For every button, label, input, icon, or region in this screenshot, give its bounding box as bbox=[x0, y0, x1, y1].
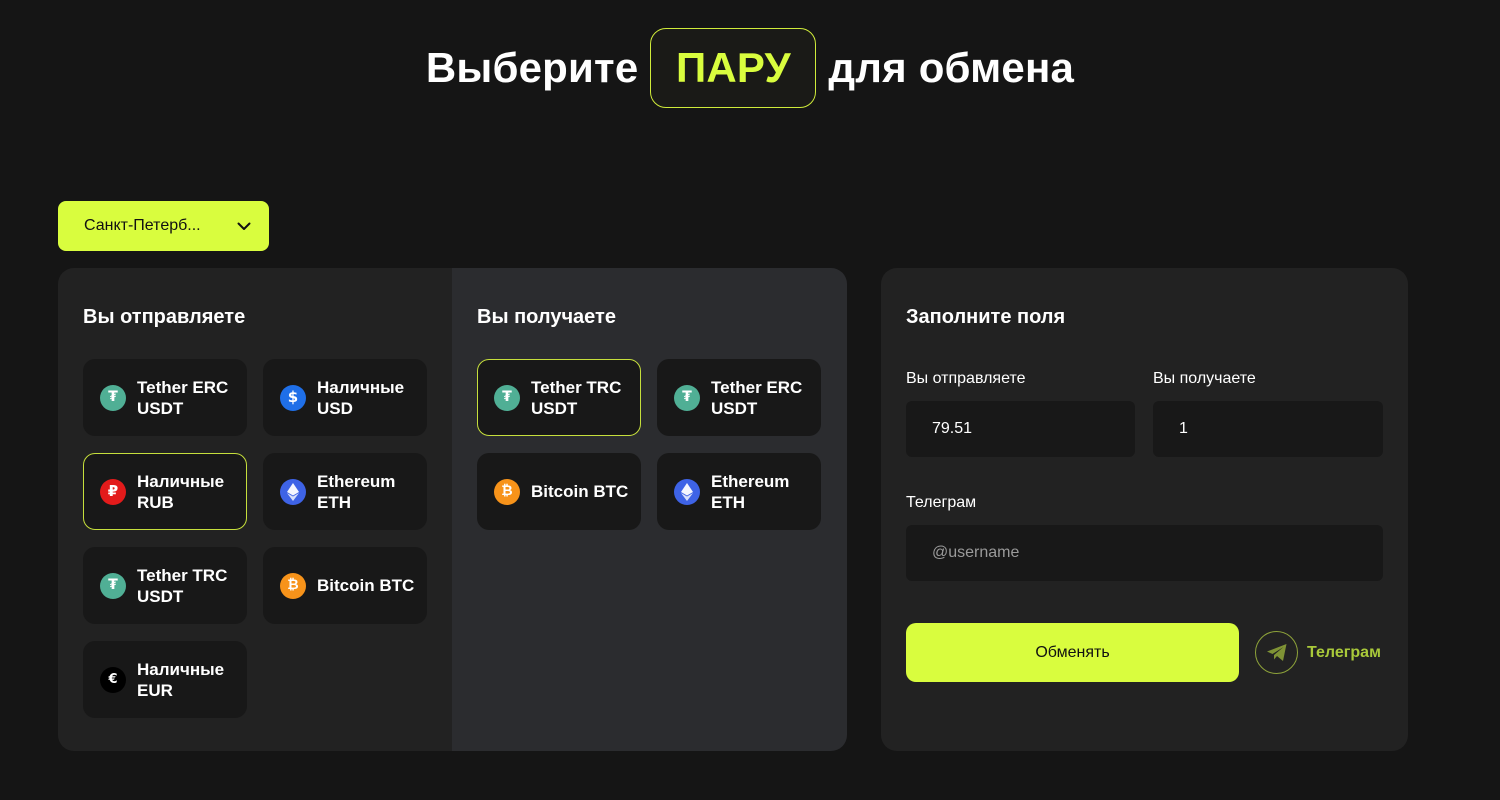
form-title: Заполните поля bbox=[906, 306, 1066, 328]
receive-amount-input[interactable] bbox=[1153, 401, 1383, 457]
option-line2: ETH bbox=[317, 492, 351, 512]
tether-icon: ₮ bbox=[100, 572, 126, 599]
tether-icon: ₮ bbox=[674, 384, 700, 411]
telegram-icon bbox=[1255, 631, 1298, 674]
send-option-tether-trc[interactable]: ₮ Tether TRC USDT bbox=[83, 547, 247, 624]
tether-icon: ₮ bbox=[100, 384, 126, 411]
ethereum-icon bbox=[674, 478, 700, 505]
ruble-icon: ₽ bbox=[100, 478, 126, 505]
send-amount-label: Вы отправляете bbox=[906, 370, 1026, 387]
bitcoin-icon: ₿ bbox=[280, 572, 306, 599]
send-column-title: Вы отправляете bbox=[83, 306, 246, 328]
option-line1: Наличные bbox=[317, 377, 405, 397]
heading-text-before: Выберите bbox=[425, 44, 639, 91]
receive-option-tether-erc[interactable]: ₮ Tether ERC USDT bbox=[657, 359, 821, 436]
tether-icon: ₮ bbox=[494, 384, 520, 411]
option-line2: USDT bbox=[137, 586, 184, 606]
option-line1: Tether ERC bbox=[137, 377, 229, 397]
telegram-link[interactable]: Телеграм bbox=[1255, 631, 1381, 674]
heading-text-after: для обмена bbox=[828, 44, 1075, 91]
dollar-icon: $ bbox=[280, 384, 306, 411]
option-line2: EUR bbox=[137, 680, 173, 700]
option-line2: RUB bbox=[137, 492, 174, 512]
heading-highlight: ПАРУ bbox=[650, 28, 817, 108]
send-option-tether-erc[interactable]: ₮ Tether ERC USDT bbox=[83, 359, 247, 436]
receive-option-tether-trc[interactable]: ₮ Tether TRC USDT bbox=[477, 359, 641, 436]
option-line2: USD bbox=[317, 398, 353, 418]
bitcoin-icon: ₿ bbox=[494, 478, 520, 505]
option-line1: Наличные bbox=[137, 659, 225, 679]
euro-icon: € bbox=[100, 666, 126, 693]
receive-amount-label: Вы получаете bbox=[1153, 370, 1256, 387]
option-line1: Tether TRC bbox=[531, 377, 622, 397]
option-line2: USDT bbox=[711, 398, 758, 418]
option-line1: Bitcoin BTC bbox=[317, 576, 415, 595]
option-line1: Tether TRC bbox=[137, 565, 228, 585]
exchange-submit-button[interactable]: Обменять bbox=[906, 623, 1239, 682]
city-select[interactable]: Санкт-Петерб... bbox=[58, 201, 269, 251]
option-line1: Tether ERC bbox=[711, 377, 803, 397]
receive-option-ethereum[interactable]: Ethereum ETH bbox=[657, 453, 821, 530]
ethereum-icon bbox=[280, 478, 306, 505]
option-line1: Ethereum bbox=[711, 471, 790, 491]
option-line2: USDT bbox=[137, 398, 184, 418]
exchange-pair-panel: Вы отправляете ₮ Tether ERC USDT $ Наличн… bbox=[58, 268, 847, 751]
send-amount-input[interactable] bbox=[906, 401, 1135, 457]
send-option-cash-rub[interactable]: ₽ Наличные RUB bbox=[83, 453, 247, 530]
receive-option-bitcoin[interactable]: ₿ Bitcoin BTC bbox=[477, 453, 641, 530]
chevron-down-icon bbox=[237, 222, 251, 231]
option-line2: USDT bbox=[531, 398, 578, 418]
exchange-form-panel: Заполните поля Вы отправляете Вы получае… bbox=[881, 268, 1408, 751]
option-line1: Наличные bbox=[137, 471, 225, 491]
city-select-value: Санкт-Петерб... bbox=[84, 217, 201, 234]
telegram-link-label: Телеграм bbox=[1307, 643, 1381, 661]
telegram-label: Телеграм bbox=[906, 494, 977, 511]
option-line1: Bitcoin BTC bbox=[531, 482, 629, 501]
send-column: Вы отправляете ₮ Tether ERC USDT $ Наличн… bbox=[58, 268, 452, 751]
send-option-bitcoin[interactable]: ₿ Bitcoin BTC bbox=[263, 547, 427, 624]
send-option-cash-usd[interactable]: $ Наличные USD bbox=[263, 359, 427, 436]
send-option-cash-eur[interactable]: € Наличные EUR bbox=[83, 641, 247, 718]
receive-column-title: Вы получаете bbox=[477, 306, 616, 328]
receive-column: Вы получаете ₮ Tether TRC USDT ₮ Tether E… bbox=[452, 268, 847, 751]
option-line2: ETH bbox=[711, 492, 745, 512]
page-heading: Выберите ПАРУ для обмена bbox=[0, 28, 1500, 108]
send-option-ethereum[interactable]: Ethereum ETH bbox=[263, 453, 427, 530]
option-line1: Ethereum bbox=[317, 471, 396, 491]
telegram-username-input[interactable] bbox=[906, 525, 1383, 581]
